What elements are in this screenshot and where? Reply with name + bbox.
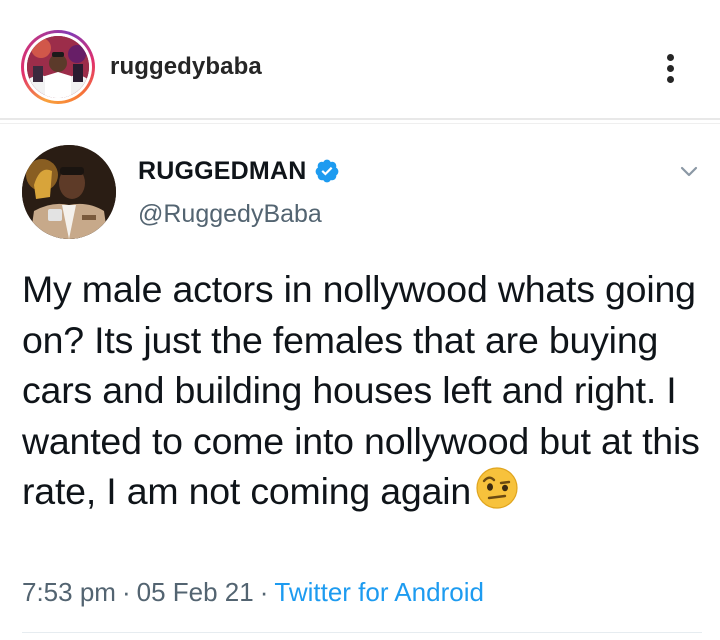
instagram-username[interactable]: ruggedybaba	[110, 53, 262, 81]
tweet-time[interactable]: 7:53 pm	[22, 577, 116, 607]
avatar-image	[22, 145, 116, 239]
instagram-post-header: ruggedybaba	[0, 0, 720, 118]
tweet-meta: 7:53 pm · 05 Feb 21 · Twitter for Android	[22, 577, 484, 608]
divider	[0, 118, 720, 120]
chevron-down-icon[interactable]	[678, 160, 700, 182]
tweet-body: My male actors in nollywood whats going …	[22, 264, 702, 517]
screenshot-root: ruggedybaba RUGGEDMAN @RuggedyBaba My ma…	[0, 0, 720, 640]
tweet-display-name[interactable]: RUGGEDMAN	[138, 157, 306, 186]
meta-separator: ·	[259, 577, 269, 607]
divider	[22, 632, 702, 633]
tweet-handle[interactable]: @RuggedyBaba	[138, 200, 322, 229]
avatar-image	[27, 36, 89, 98]
tweet-date[interactable]: 05 Feb 21	[137, 577, 254, 607]
tweet-source-link[interactable]: Twitter for Android	[274, 577, 484, 607]
face-with-raised-eyebrow-emoji	[476, 467, 518, 509]
verified-badge-icon	[316, 159, 339, 183]
tweet-avatar[interactable]	[22, 145, 116, 239]
tweet-text: My male actors in nollywood whats going …	[22, 268, 700, 512]
tweet-card: RUGGEDMAN @RuggedyBaba My male actors in…	[0, 124, 720, 640]
instagram-avatar[interactable]	[27, 36, 89, 98]
more-vertical-icon[interactable]	[659, 48, 683, 88]
tweet-author-row: RUGGEDMAN	[138, 154, 340, 188]
meta-separator: ·	[121, 577, 131, 607]
story-ring[interactable]	[21, 30, 95, 104]
